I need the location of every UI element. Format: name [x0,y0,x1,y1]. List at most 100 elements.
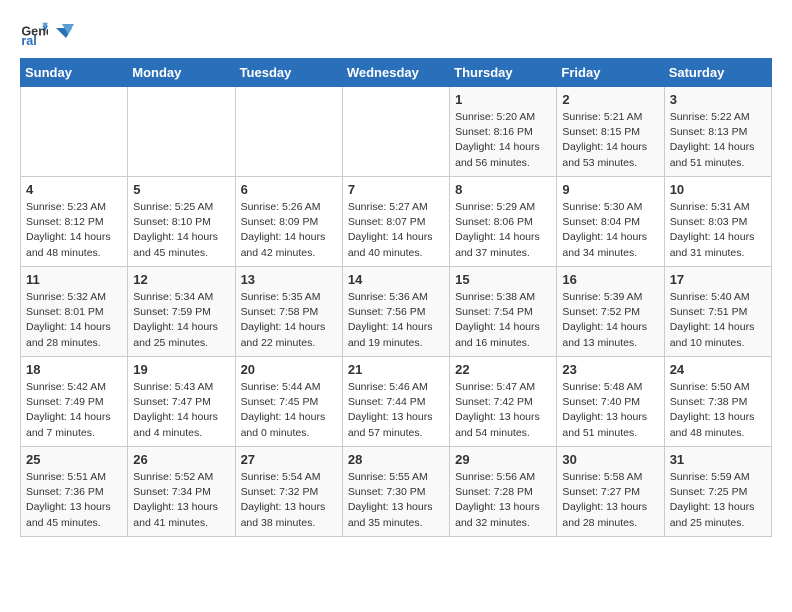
day-number: 31 [670,452,766,467]
day-info: Sunrise: 5:29 AM Sunset: 8:06 PM Dayligh… [455,200,551,261]
day-info: Sunrise: 5:26 AM Sunset: 8:09 PM Dayligh… [241,200,337,261]
day-info: Sunrise: 5:32 AM Sunset: 8:01 PM Dayligh… [26,290,122,351]
calendar-cell: 11 Sunrise: 5:32 AM Sunset: 8:01 PM Dayli… [21,267,128,357]
day-info: Sunrise: 5:25 AM Sunset: 8:10 PM Dayligh… [133,200,229,261]
day-number: 3 [670,92,766,107]
calendar-cell [128,87,235,177]
day-number: 11 [26,272,122,287]
column-header-wednesday: Wednesday [342,59,449,87]
day-info: Sunrise: 5:50 AM Sunset: 7:38 PM Dayligh… [670,380,766,441]
day-number: 5 [133,182,229,197]
day-number: 22 [455,362,551,377]
calendar-cell: 1 Sunrise: 5:20 AM Sunset: 8:16 PM Daylig… [450,87,557,177]
day-number: 17 [670,272,766,287]
calendar-cell: 10 Sunrise: 5:31 AM Sunset: 8:03 PM Dayli… [664,177,771,267]
day-info: Sunrise: 5:38 AM Sunset: 7:54 PM Dayligh… [455,290,551,351]
column-header-tuesday: Tuesday [235,59,342,87]
calendar-week-row: 25Sunrise: 5:51 AM Sunset: 7:36 PM Dayli… [21,447,772,537]
calendar-cell: 20 Sunrise: 5:44 AM Sunset: 7:45 PM Dayli… [235,357,342,447]
day-number: 26 [133,452,229,467]
calendar-cell: 2Sunrise: 5:21 AM Sunset: 8:15 PM Daylig… [557,87,664,177]
day-info: Sunrise: 5:23 AM Sunset: 8:12 PM Dayligh… [26,200,122,261]
calendar-cell: 22 Sunrise: 5:47 AM Sunset: 7:42 PM Dayli… [450,357,557,447]
calendar-cell: 6 Sunrise: 5:26 AM Sunset: 8:09 PM Daylig… [235,177,342,267]
calendar-cell: 15 Sunrise: 5:38 AM Sunset: 7:54 PM Dayli… [450,267,557,357]
day-number: 27 [241,452,337,467]
column-header-thursday: Thursday [450,59,557,87]
day-info: Sunrise: 5:58 AM Sunset: 7:27 PM Dayligh… [562,470,658,531]
day-info: Sunrise: 5:22 AM Sunset: 8:13 PM Dayligh… [670,110,766,171]
logo-arrow-icon [54,24,74,44]
day-number: 15 [455,272,551,287]
calendar-cell: 17 Sunrise: 5:40 AM Sunset: 7:51 PM Dayli… [664,267,771,357]
calendar-cell: 8 Sunrise: 5:29 AM Sunset: 8:06 PM Daylig… [450,177,557,267]
day-number: 28 [348,452,444,467]
page-header: Gene ral [20,20,772,48]
calendar-cell: 23 Sunrise: 5:48 AM Sunset: 7:40 PM Dayli… [557,357,664,447]
day-info: Sunrise: 5:46 AM Sunset: 7:44 PM Dayligh… [348,380,444,441]
calendar-cell: 27 Sunrise: 5:54 AM Sunset: 7:32 PM Dayli… [235,447,342,537]
day-number: 18 [26,362,122,377]
day-number: 7 [348,182,444,197]
svg-text:ral: ral [21,34,36,48]
day-info: Sunrise: 5:56 AM Sunset: 7:28 PM Dayligh… [455,470,551,531]
day-info: Sunrise: 5:43 AM Sunset: 7:47 PM Dayligh… [133,380,229,441]
day-number: 30 [562,452,658,467]
day-info: Sunrise: 5:31 AM Sunset: 8:03 PM Dayligh… [670,200,766,261]
day-info: Sunrise: 5:47 AM Sunset: 7:42 PM Dayligh… [455,380,551,441]
calendar-cell: 31Sunrise: 5:59 AM Sunset: 7:25 PM Dayli… [664,447,771,537]
day-info: Sunrise: 5:40 AM Sunset: 7:51 PM Dayligh… [670,290,766,351]
day-info: Sunrise: 5:54 AM Sunset: 7:32 PM Dayligh… [241,470,337,531]
column-header-saturday: Saturday [664,59,771,87]
calendar-cell: 24Sunrise: 5:50 AM Sunset: 7:38 PM Dayli… [664,357,771,447]
calendar-cell: 18Sunrise: 5:42 AM Sunset: 7:49 PM Dayli… [21,357,128,447]
column-header-monday: Monday [128,59,235,87]
calendar-week-row: 11 Sunrise: 5:32 AM Sunset: 8:01 PM Dayli… [21,267,772,357]
calendar-cell: 14Sunrise: 5:36 AM Sunset: 7:56 PM Dayli… [342,267,449,357]
day-info: Sunrise: 5:48 AM Sunset: 7:40 PM Dayligh… [562,380,658,441]
day-number: 13 [241,272,337,287]
calendar-cell: 5 Sunrise: 5:25 AM Sunset: 8:10 PM Daylig… [128,177,235,267]
logo: Gene ral [20,20,74,48]
calendar-cell: 21Sunrise: 5:46 AM Sunset: 7:44 PM Dayli… [342,357,449,447]
day-number: 9 [562,182,658,197]
day-number: 1 [455,92,551,107]
calendar-cell: 7 Sunrise: 5:27 AM Sunset: 8:07 PM Daylig… [342,177,449,267]
calendar-week-row: 1 Sunrise: 5:20 AM Sunset: 8:16 PM Daylig… [21,87,772,177]
day-number: 16 [562,272,658,287]
calendar-cell: 12 Sunrise: 5:34 AM Sunset: 7:59 PM Dayli… [128,267,235,357]
day-number: 12 [133,272,229,287]
day-info: Sunrise: 5:34 AM Sunset: 7:59 PM Dayligh… [133,290,229,351]
logo-icon: Gene ral [20,20,48,48]
calendar-cell: 13 Sunrise: 5:35 AM Sunset: 7:58 PM Dayli… [235,267,342,357]
day-number: 29 [455,452,551,467]
calendar-header-row: SundayMondayTuesdayWednesdayThursdayFrid… [21,59,772,87]
day-info: Sunrise: 5:52 AM Sunset: 7:34 PM Dayligh… [133,470,229,531]
calendar-cell [342,87,449,177]
day-number: 8 [455,182,551,197]
calendar-cell: 26 Sunrise: 5:52 AM Sunset: 7:34 PM Dayli… [128,447,235,537]
day-number: 25 [26,452,122,467]
calendar-cell: 9 Sunrise: 5:30 AM Sunset: 8:04 PM Daylig… [557,177,664,267]
day-info: Sunrise: 5:36 AM Sunset: 7:56 PM Dayligh… [348,290,444,351]
calendar-cell: 25Sunrise: 5:51 AM Sunset: 7:36 PM Dayli… [21,447,128,537]
day-number: 19 [133,362,229,377]
calendar-cell: 29 Sunrise: 5:56 AM Sunset: 7:28 PM Dayli… [450,447,557,537]
calendar-table: SundayMondayTuesdayWednesdayThursdayFrid… [20,58,772,537]
day-info: Sunrise: 5:27 AM Sunset: 8:07 PM Dayligh… [348,200,444,261]
calendar-cell: 30 Sunrise: 5:58 AM Sunset: 7:27 PM Dayli… [557,447,664,537]
day-number: 20 [241,362,337,377]
calendar-week-row: 4Sunrise: 5:23 AM Sunset: 8:12 PM Daylig… [21,177,772,267]
day-info: Sunrise: 5:35 AM Sunset: 7:58 PM Dayligh… [241,290,337,351]
day-info: Sunrise: 5:20 AM Sunset: 8:16 PM Dayligh… [455,110,551,171]
calendar-cell: 19 Sunrise: 5:43 AM Sunset: 7:47 PM Dayli… [128,357,235,447]
calendar-cell [21,87,128,177]
day-info: Sunrise: 5:44 AM Sunset: 7:45 PM Dayligh… [241,380,337,441]
day-number: 10 [670,182,766,197]
day-number: 23 [562,362,658,377]
day-info: Sunrise: 5:21 AM Sunset: 8:15 PM Dayligh… [562,110,658,171]
day-info: Sunrise: 5:30 AM Sunset: 8:04 PM Dayligh… [562,200,658,261]
calendar-cell: 4Sunrise: 5:23 AM Sunset: 8:12 PM Daylig… [21,177,128,267]
day-number: 6 [241,182,337,197]
calendar-cell: 28Sunrise: 5:55 AM Sunset: 7:30 PM Dayli… [342,447,449,537]
